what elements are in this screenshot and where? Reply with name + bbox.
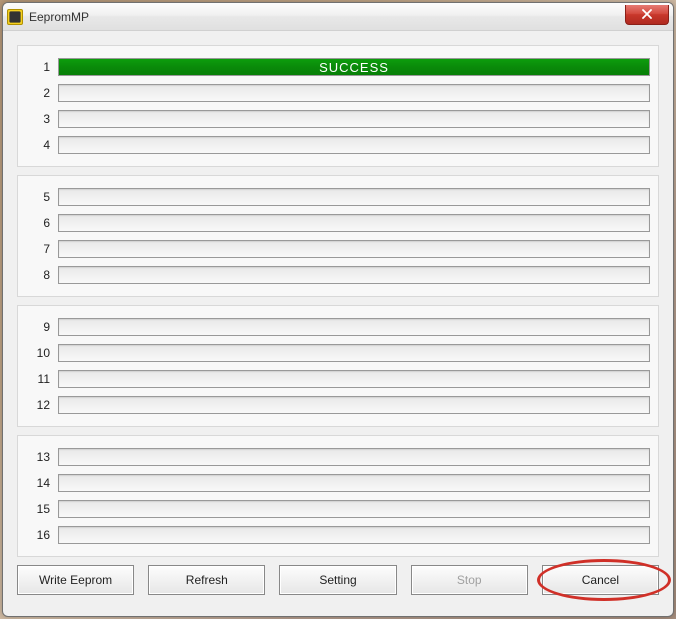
slot-row: 3	[26, 108, 650, 130]
slot-number: 7	[26, 242, 50, 256]
close-icon	[642, 8, 652, 22]
slot-number: 5	[26, 190, 50, 204]
slot-number: 6	[26, 216, 50, 230]
progress-bar	[58, 188, 650, 206]
slot-row: 13	[26, 446, 650, 468]
slot-row: 1 SUCCESS	[26, 56, 650, 78]
slot-row: 14	[26, 472, 650, 494]
slot-row: 8	[26, 264, 650, 286]
slot-number: 14	[26, 476, 50, 490]
progress-bar	[58, 474, 650, 492]
slot-number: 16	[26, 528, 50, 542]
slot-number: 1	[26, 60, 50, 74]
slot-number: 3	[26, 112, 50, 126]
progress-bar	[58, 370, 650, 388]
slot-group: 13 14 15 16	[17, 435, 659, 557]
slot-row: 12	[26, 394, 650, 416]
setting-button[interactable]: Setting	[279, 565, 396, 595]
slot-number: 2	[26, 86, 50, 100]
slot-group: 5 6 7 8	[17, 175, 659, 297]
progress-bar	[58, 214, 650, 232]
progress-bar	[58, 500, 650, 518]
slot-row: 15	[26, 498, 650, 520]
slot-number: 11	[26, 372, 50, 386]
content-area: 1 SUCCESS 2 3 4 5 6 7 8 9 10 11 12 13 14 15 16 Write Eep…	[3, 31, 673, 609]
window-title: EepromMP	[29, 10, 89, 24]
slot-row: 7	[26, 238, 650, 260]
slot-number: 4	[26, 138, 50, 152]
slot-row: 10	[26, 342, 650, 364]
slot-number: 10	[26, 346, 50, 360]
refresh-button[interactable]: Refresh	[148, 565, 265, 595]
slot-number: 12	[26, 398, 50, 412]
app-window: EepromMP 1 SUCCESS 2 3 4 5 6 7 8 9 10 11 12 13 14 15 16 …	[2, 2, 674, 617]
progress-bar	[58, 526, 650, 544]
close-button[interactable]	[625, 5, 669, 25]
cancel-button[interactable]: Cancel	[542, 565, 659, 595]
progress-bar	[58, 110, 650, 128]
progress-bar	[58, 344, 650, 362]
progress-fill: SUCCESS	[59, 59, 649, 75]
stop-button[interactable]: Stop	[411, 565, 528, 595]
progress-bar	[58, 318, 650, 336]
progress-bar	[58, 136, 650, 154]
progress-bar	[58, 84, 650, 102]
slot-row: 11	[26, 368, 650, 390]
slot-group: 1 SUCCESS 2 3 4	[17, 45, 659, 167]
titlebar[interactable]: EepromMP	[3, 3, 673, 31]
progress-bar	[58, 396, 650, 414]
slot-number: 8	[26, 268, 50, 282]
write-eeprom-button[interactable]: Write Eeprom	[17, 565, 134, 595]
slot-row: 5	[26, 186, 650, 208]
progress-bar	[58, 240, 650, 258]
app-icon	[7, 9, 23, 25]
slot-row: 2	[26, 82, 650, 104]
slot-row: 9	[26, 316, 650, 338]
slot-number: 9	[26, 320, 50, 334]
slot-number: 13	[26, 450, 50, 464]
button-row: Write Eeprom Refresh Setting Stop Cancel	[17, 565, 659, 595]
slot-row: 16	[26, 524, 650, 546]
slot-group: 9 10 11 12	[17, 305, 659, 427]
slot-row: 6	[26, 212, 650, 234]
progress-bar: SUCCESS	[58, 58, 650, 76]
progress-bar	[58, 448, 650, 466]
slot-number: 15	[26, 502, 50, 516]
progress-bar	[58, 266, 650, 284]
slot-row: 4	[26, 134, 650, 156]
